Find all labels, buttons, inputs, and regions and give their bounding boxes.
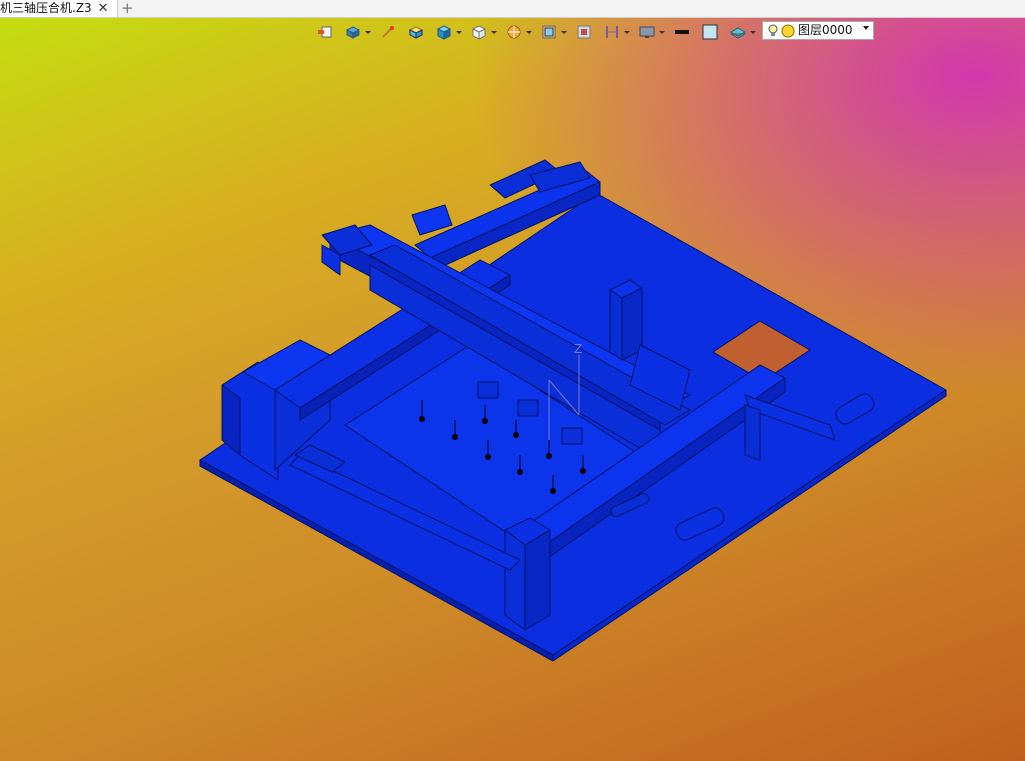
layer-visibility-dropdown[interactable] [750, 22, 757, 42]
machine-model[interactable]: Z [0, 0, 1025, 761]
view-orientation-dropdown[interactable] [365, 22, 372, 42]
wire-cube-icon[interactable] [469, 22, 489, 42]
3d-viewport[interactable]: Z [0, 0, 1025, 761]
layer-color-icon[interactable] [781, 24, 795, 38]
section-view-dropdown[interactable] [526, 22, 533, 42]
view-toolbar [315, 20, 763, 44]
exit-sketch-icon[interactable] [315, 22, 335, 42]
render-mode-icon[interactable] [574, 22, 594, 42]
monitor-dropdown[interactable] [659, 22, 666, 42]
section-view-icon[interactable] [504, 22, 524, 42]
chevron-down-icon[interactable] [863, 26, 869, 30]
new-tab-icon[interactable]: + [121, 0, 134, 17]
zoom-extents-dropdown[interactable] [561, 22, 568, 42]
wire-cube-dropdown[interactable] [491, 22, 498, 42]
axis-label-z: Z [574, 342, 582, 356]
shaded-solid-icon[interactable] [406, 22, 426, 42]
paint-brush-icon[interactable] [378, 22, 398, 42]
cube-face-dropdown[interactable] [456, 22, 463, 42]
view-orientation-icon[interactable] [343, 22, 363, 42]
display-style-dropdown[interactable] [624, 22, 631, 42]
cube-face-icon[interactable] [434, 22, 454, 42]
layer-select[interactable]: 图层0000 [762, 21, 874, 40]
display-style-icon[interactable] [602, 22, 622, 42]
document-tab-bar: 机三轴压合机.Z3 ✕ + [0, 0, 1025, 18]
line-color-swatch[interactable] [672, 22, 692, 42]
monitor-icon[interactable] [637, 22, 657, 42]
fill-color-swatch[interactable] [700, 22, 720, 42]
close-icon[interactable]: ✕ [98, 0, 109, 17]
bulb-icon[interactable] [768, 24, 778, 38]
layer-visibility-icon[interactable] [728, 22, 748, 42]
document-tab-title: 机三轴压合机.Z3 [0, 1, 92, 15]
layer-name: 图层0000 [798, 23, 853, 37]
document-tab[interactable]: 机三轴压合机.Z3 ✕ [0, 0, 118, 17]
zoom-extents-icon[interactable] [539, 22, 559, 42]
